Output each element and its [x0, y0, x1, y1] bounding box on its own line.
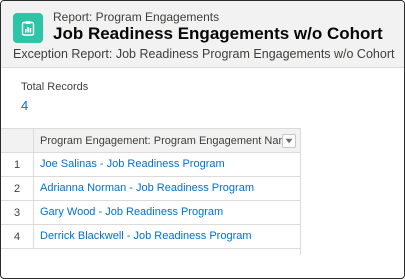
column-header-program-engagement-name[interactable]: Program Engagement: Program Engagement N…	[40, 135, 294, 147]
row-number: 4	[13, 231, 21, 243]
row-number: 3	[13, 207, 21, 219]
report-icon	[13, 13, 43, 43]
column-divider	[33, 201, 34, 224]
column-divider	[33, 225, 34, 248]
row-number: 2	[13, 183, 21, 195]
table-row: 4 Derrick Blackwell - Job Readiness Prog…	[1, 225, 301, 249]
report-type-label: Report: Program Engagements	[53, 10, 220, 24]
row-number: 1	[13, 159, 21, 171]
clipboard-chart-icon	[21, 21, 35, 36]
report-table: Program Engagement: Program Engagement N…	[1, 128, 301, 249]
page-title: Job Readiness Engagements w/o Cohort	[53, 24, 383, 43]
total-records-value: 4	[21, 98, 29, 113]
table-row: 3 Gary Wood - Job Readiness Program	[1, 201, 301, 225]
table-right-border	[300, 128, 301, 255]
program-engagement-link[interactable]: Gary Wood - Job Readiness Program	[40, 206, 223, 218]
report-container: Report: Program Engagements Job Readines…	[0, 0, 405, 279]
page-header: Report: Program Engagements Job Readines…	[1, 1, 404, 68]
column-divider	[33, 177, 34, 200]
table-header: Program Engagement: Program Engagement N…	[1, 128, 301, 153]
program-engagement-link[interactable]: Derrick Blackwell - Job Readiness Progra…	[40, 230, 252, 242]
table-row: 2 Adrianna Norman - Job Readiness Progra…	[1, 177, 301, 201]
table-row: 1 Joe Salinas - Job Readiness Program	[1, 153, 301, 177]
report-description: Exception Report: Job Readiness Program …	[13, 47, 395, 61]
program-engagement-link[interactable]: Adrianna Norman - Job Readiness Program	[40, 182, 254, 194]
chevron-down-icon	[285, 138, 293, 144]
column-divider	[33, 129, 34, 152]
column-divider	[33, 153, 34, 176]
total-records-label: Total Records	[21, 81, 89, 93]
column-menu-button[interactable]	[282, 134, 296, 148]
program-engagement-link[interactable]: Joe Salinas - Job Readiness Program	[40, 158, 225, 170]
